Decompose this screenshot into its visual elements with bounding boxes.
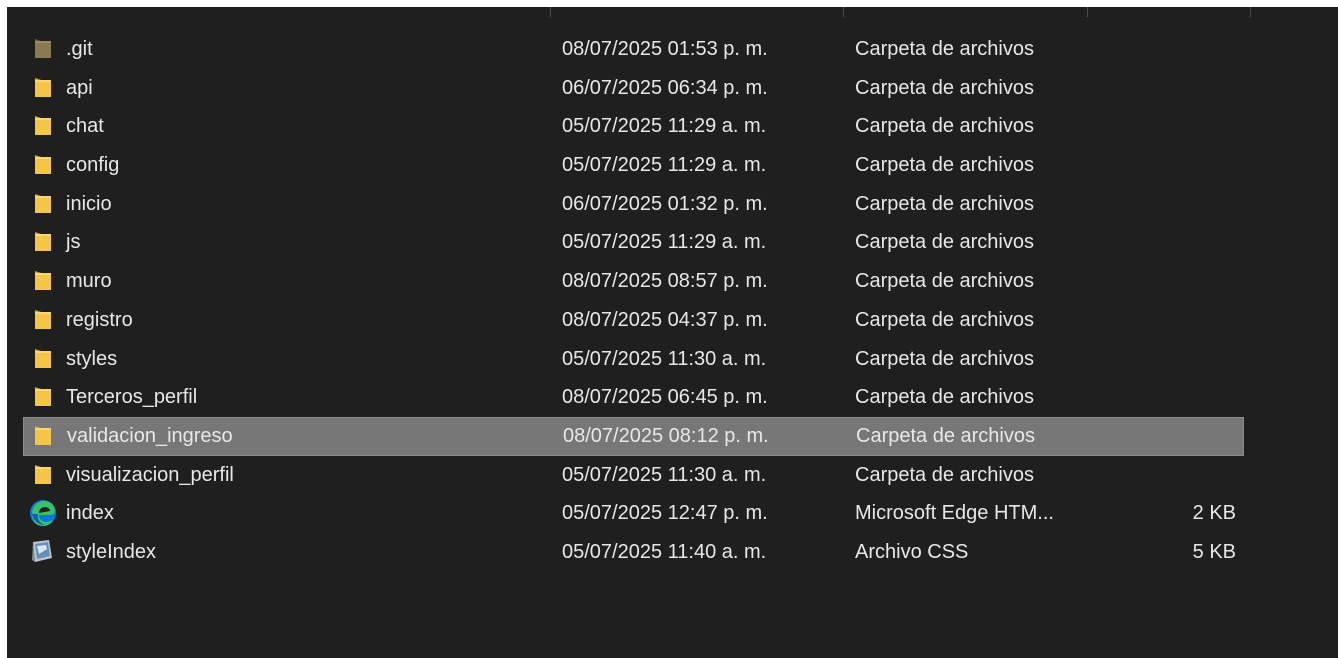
file-name: styleIndex <box>66 540 157 563</box>
file-type: Carpeta de archivos <box>855 115 1034 138</box>
column-separator-name[interactable] <box>550 7 551 17</box>
file-name: Terceros_perfil <box>66 386 198 409</box>
file-name: validacion_ingreso <box>67 424 233 447</box>
file-type: Carpeta de archivos <box>855 347 1034 370</box>
file-date-modified: 06/07/2025 01:32 p. m. <box>562 192 768 215</box>
edge-icon <box>29 499 56 527</box>
file-date-modified: 06/07/2025 06:34 p. m. <box>562 76 768 99</box>
folder-icon <box>31 230 55 254</box>
folder-icon <box>31 308 55 332</box>
file-date-modified: 08/07/2025 04:37 p. m. <box>562 308 768 331</box>
file-row-registro[interactable]: registro 08/07/2025 04:37 p. m. Carpeta de… <box>23 301 1244 340</box>
file-row-visualizacion-perfil[interactable]: visualizacion_perfil 05/07/2025 11:30 a. … <box>23 456 1244 495</box>
file-row-inicio[interactable]: inicio 06/07/2025 01:32 p. m. Carpeta de a… <box>23 185 1244 224</box>
file-date-modified: 08/07/2025 06:45 p. m. <box>562 386 768 409</box>
file-name: registro <box>66 308 133 331</box>
folder-icon <box>31 385 55 409</box>
file-row-config[interactable]: config 05/07/2025 11:29 a. m. Carpeta de a… <box>23 146 1244 185</box>
file-size: 2 KB <box>1192 502 1236 525</box>
file-type: Carpeta de archivos <box>856 424 1035 447</box>
file-name: index <box>66 502 114 525</box>
file-name: inicio <box>66 192 112 215</box>
file-date-modified: 05/07/2025 11:29 a. m. <box>562 115 767 138</box>
file-type: Carpeta de archivos <box>855 76 1034 99</box>
file-row-terceros-perfil[interactable]: Terceros_perfil 08/07/2025 06:45 p. m. Car… <box>23 378 1244 417</box>
file-type: Carpeta de archivos <box>855 154 1034 177</box>
file-name: api <box>66 76 93 99</box>
file-type: Microsoft Edge HTM... <box>855 502 1054 525</box>
column-separator-size[interactable] <box>1250 7 1251 17</box>
folder-icon <box>31 76 55 100</box>
file-type: Carpeta de archivos <box>855 192 1034 215</box>
file-type: Carpeta de archivos <box>855 270 1034 293</box>
file-name: chat <box>66 115 104 138</box>
file-name: js <box>66 231 81 254</box>
file-name: config <box>66 154 120 177</box>
file-type: Carpeta de archivos <box>855 308 1034 331</box>
file-date-modified: 05/07/2025 11:29 a. m. <box>562 154 767 177</box>
file-row-styles[interactable]: styles 05/07/2025 11:30 a. m. Carpeta de a… <box>23 340 1244 379</box>
folder-icon <box>31 269 55 293</box>
folder-icon <box>31 463 55 487</box>
file-explorer-window: .git 08/07/2025 01:53 p. m. Carpeta de arc… <box>7 7 1338 658</box>
file-date-modified: 05/07/2025 11:29 a. m. <box>562 231 767 254</box>
file-name: .git <box>66 38 93 60</box>
file-name: muro <box>66 270 112 293</box>
file-date-modified: 08/07/2025 08:57 p. m. <box>562 270 768 293</box>
file-row-index[interactable]: index 05/07/2025 12:47 p. m. Microsoft Edg… <box>23 494 1244 533</box>
file-row-styleindex[interactable]: styleIndex 05/07/2025 11:40 a. m. Archivo … <box>23 533 1244 572</box>
folder-icon <box>31 424 55 448</box>
folder-icon <box>31 37 55 61</box>
file-row-validacion-ingreso[interactable]: validacion_ingreso 08/07/2025 08:12 p. m.… <box>23 416 1244 456</box>
file-date-modified: 05/07/2025 11:40 a. m. <box>562 540 767 563</box>
file-list: .git 08/07/2025 01:53 p. m. Carpeta de arc… <box>23 30 1244 572</box>
file-date-modified: 08/07/2025 08:12 p. m. <box>563 424 769 447</box>
file-row-git[interactable]: .git 08/07/2025 01:53 p. m. Carpeta de arc… <box>23 30 1244 69</box>
file-type: Archivo CSS <box>855 540 969 563</box>
column-separator-date[interactable] <box>843 7 844 17</box>
file-row-chat[interactable]: chat 05/07/2025 11:29 a. m. Carpeta de arc… <box>23 107 1244 146</box>
folder-icon <box>31 114 55 138</box>
file-date-modified: 05/07/2025 12:47 p. m. <box>562 502 768 525</box>
file-row-api[interactable]: api 06/07/2025 06:34 p. m. Carpeta de arch… <box>23 69 1244 108</box>
file-date-modified: 05/07/2025 11:30 a. m. <box>562 463 767 486</box>
file-row-muro[interactable]: muro 08/07/2025 08:57 p. m. Carpeta de arc… <box>23 262 1244 301</box>
file-row-js[interactable]: js 05/07/2025 11:29 a. m. Carpeta de archi… <box>23 223 1244 262</box>
file-size: 5 KB <box>1192 540 1236 563</box>
file-date-modified: 05/07/2025 11:30 a. m. <box>562 347 767 370</box>
file-type: Carpeta de archivos <box>855 38 1034 60</box>
column-separator-type[interactable] <box>1087 7 1088 17</box>
folder-icon <box>31 192 55 216</box>
file-type: Carpeta de archivos <box>855 386 1034 409</box>
folder-icon <box>31 347 55 371</box>
css-file-icon <box>29 538 53 562</box>
file-type: Carpeta de archivos <box>855 231 1034 254</box>
file-name: visualizacion_perfil <box>66 463 234 486</box>
folder-icon <box>31 153 55 177</box>
file-name: styles <box>66 347 118 370</box>
file-type: Carpeta de archivos <box>855 463 1034 486</box>
file-date-modified: 08/07/2025 01:53 p. m. <box>562 38 768 60</box>
